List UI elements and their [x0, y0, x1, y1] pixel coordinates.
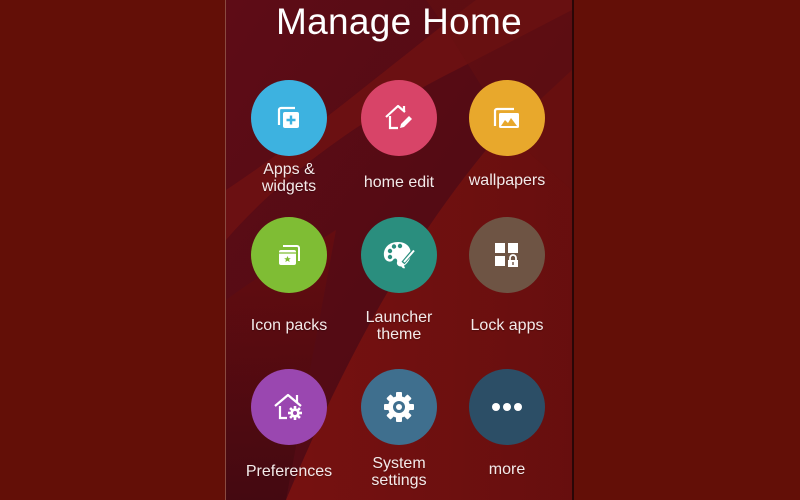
wallpapers-label: wallpapers — [468, 172, 546, 189]
icon-packs-label: Icon packs — [250, 317, 328, 334]
tile-apps-widgets[interactable]: Apps & widgets — [234, 80, 344, 210]
tile-preferences[interactable]: Preferences — [234, 369, 344, 499]
tile-launcher-theme[interactable]: Launcher theme — [344, 217, 454, 347]
tile-lock-apps[interactable]: Lock apps — [452, 217, 562, 347]
tile-home-edit[interactable]: home edit — [344, 80, 454, 210]
home-edit-label: home edit — [363, 174, 435, 191]
lock-apps-icon — [495, 243, 518, 267]
phone-screen: Manage Home Apps & widgets home edit wal… — [226, 0, 572, 500]
preferences-button[interactable] — [251, 369, 327, 445]
launcher-theme-label: Launcher theme — [365, 309, 433, 343]
apps-widgets-label: Apps & widgets — [261, 161, 317, 195]
wallpaper-icon — [493, 107, 519, 128]
home-edit-icon — [385, 104, 412, 130]
system-settings-label: System settings — [371, 455, 427, 489]
lock-apps-label: Lock apps — [470, 317, 544, 334]
icon-packs-button[interactable] — [251, 217, 327, 293]
manage-home-grid: Apps & widgets home edit wallpapers Icon… — [226, 0, 572, 500]
add-widget-icon — [277, 106, 299, 128]
tile-system-settings[interactable]: System settings — [344, 369, 454, 499]
gear-icon — [384, 392, 414, 422]
wallpapers-button[interactable] — [469, 80, 545, 156]
palette-icon — [383, 242, 416, 269]
tile-more[interactable]: more — [452, 369, 562, 499]
lock-apps-button[interactable] — [469, 217, 545, 293]
system-settings-button[interactable] — [361, 369, 437, 445]
more-button[interactable] — [469, 369, 545, 445]
icon-pack-icon — [279, 245, 300, 265]
home-settings-icon — [274, 393, 302, 420]
launcher-theme-button[interactable] — [361, 217, 437, 293]
home-edit-button[interactable] — [361, 80, 437, 156]
more-dots-icon — [492, 403, 522, 411]
tile-icon-packs[interactable]: Icon packs — [234, 217, 344, 347]
tile-wallpapers[interactable]: wallpapers — [452, 80, 562, 210]
preferences-label: Preferences — [245, 463, 333, 480]
apps-widgets-button[interactable] — [251, 80, 327, 156]
more-label: more — [488, 461, 526, 478]
